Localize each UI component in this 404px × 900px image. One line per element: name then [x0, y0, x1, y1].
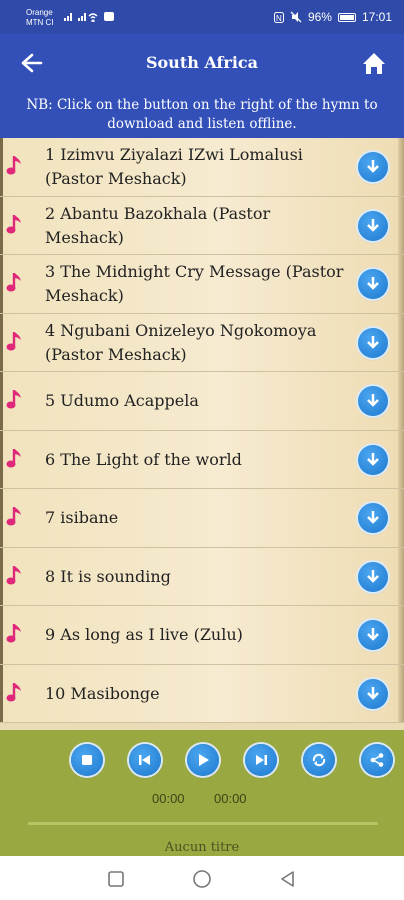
carrier-name-2: MTN CI	[26, 18, 54, 27]
list-item[interactable]: 6 The Light of the world	[0, 430, 404, 489]
app-bar: South Africa	[0, 34, 404, 92]
music-note-icon	[6, 273, 21, 292]
download-button[interactable]	[358, 503, 388, 533]
hymn-title: 1 Izimvu Ziyalazi IZwi Lomalusi (Pastor …	[45, 145, 303, 188]
play-icon	[199, 754, 209, 766]
list-item[interactable]: 5 Udumo Acappela	[0, 372, 404, 431]
list-item[interactable]: 7 isibane	[0, 489, 404, 548]
carrier-name-1: Orange	[26, 8, 53, 17]
system-nav-bar	[0, 856, 404, 900]
hymn-title: 9 As long as I live (Zulu)	[45, 625, 243, 644]
download-arrow-icon	[367, 686, 379, 700]
hymn-title: 10 Masibonge	[45, 683, 160, 703]
download-button[interactable]	[358, 327, 388, 358]
total-time: 00:00	[214, 791, 247, 806]
back-nav-button[interactable]	[278, 869, 298, 889]
progress-bar[interactable]	[28, 822, 378, 825]
list-item[interactable]: 10 Masibonge	[0, 664, 404, 723]
music-note-icon	[6, 156, 21, 175]
download-button[interactable]	[358, 678, 388, 709]
svg-text:N: N	[276, 14, 282, 23]
download-button[interactable]	[358, 386, 388, 416]
hymn-title: 8 It is sounding	[45, 566, 171, 586]
download-notice: NB: Click on the button on the right of …	[0, 92, 404, 138]
music-note-icon	[6, 682, 21, 701]
nfc-icon: N	[273, 11, 284, 23]
download-button[interactable]	[358, 620, 388, 650]
download-arrow-icon	[367, 335, 379, 349]
download-arrow-icon	[367, 511, 379, 524]
status-right: N 96% 17:01	[273, 10, 392, 24]
share-icon	[370, 753, 384, 767]
hymn-title: 4 Ngubani Onizeleyo Ngokomoya (Pastor Me…	[45, 320, 317, 364]
square-icon	[108, 871, 124, 887]
triangle-back-icon	[281, 871, 294, 887]
home-button[interactable]	[358, 48, 390, 78]
current-time: 00:00	[152, 791, 185, 806]
list-item[interactable]: 9 As long as I live (Zulu)	[0, 606, 404, 665]
stop-button[interactable]	[71, 744, 103, 776]
stop-icon	[82, 755, 92, 765]
download-arrow-icon	[367, 160, 379, 173]
carrier-info: Orange MTN CI	[26, 8, 54, 28]
download-button[interactable]	[358, 210, 388, 241]
music-note-icon	[6, 448, 21, 467]
download-arrow-icon	[367, 218, 379, 232]
list-item[interactable]: 2 Abantu Bazokhala (Pastor Meshack)	[0, 196, 404, 255]
repeat-button[interactable]	[303, 744, 335, 776]
home-icon	[363, 53, 385, 74]
signal-icons	[64, 10, 128, 25]
list-item[interactable]: 3 The Midnight Cry Message (Pastor Mesha…	[0, 255, 404, 314]
hymn-title: 6 The Light of the world	[45, 449, 242, 469]
signal-wifi-icon	[64, 12, 114, 23]
music-note-icon	[6, 390, 21, 409]
hymn-title: 3 The Midnight Cry Message (Pastor Mesha…	[45, 262, 344, 305]
audio-player: 00:00 00:00 Aucun titre	[0, 730, 404, 856]
hymn-list: 1 Izimvu Ziyalazi IZwi Lomalusi (Pastor …	[0, 138, 404, 730]
download-button[interactable]	[358, 444, 388, 475]
list-item[interactable]: 4 Ngubani Onizeleyo Ngokomoya (Pastor Me…	[0, 313, 404, 372]
next-icon	[256, 755, 267, 765]
list-item[interactable]: 8 It is sounding	[0, 547, 404, 606]
circle-icon	[193, 870, 211, 888]
hymn-title: 2 Abantu Bazokhala (Pastor Meshack)	[45, 203, 271, 247]
next-button[interactable]	[245, 744, 277, 776]
share-button[interactable]	[361, 744, 393, 776]
download-arrow-icon	[367, 452, 379, 466]
music-note-icon	[6, 565, 21, 584]
repeat-icon	[312, 753, 326, 767]
download-button[interactable]	[358, 561, 388, 592]
download-arrow-icon	[367, 394, 379, 407]
previous-icon	[139, 755, 150, 765]
download-button[interactable]	[358, 152, 388, 182]
mute-icon	[290, 11, 302, 23]
music-note-icon	[6, 624, 21, 643]
music-note-icon	[6, 507, 21, 526]
download-arrow-icon	[367, 277, 379, 290]
download-arrow-icon	[367, 569, 379, 583]
download-arrow-icon	[367, 628, 379, 641]
download-button[interactable]	[358, 269, 388, 299]
music-note-icon	[6, 331, 21, 350]
page-title: South Africa	[145, 53, 259, 72]
music-note-icon	[6, 214, 21, 233]
hymn-title: 7 isibane	[45, 508, 119, 527]
battery-percent: 96%	[307, 10, 332, 24]
recent-apps-button[interactable]	[106, 869, 126, 889]
clock: 17:01	[361, 10, 392, 24]
hymn-title: 5 Udumo Acappela	[45, 391, 199, 410]
current-track-title: Aucun titre	[164, 840, 240, 855]
home-nav-button[interactable]	[192, 869, 212, 889]
battery-icon	[337, 12, 356, 22]
status-bar: Orange MTN CI N 96% 17:01	[0, 0, 404, 34]
play-button[interactable]	[187, 744, 219, 776]
previous-button[interactable]	[129, 744, 161, 776]
list-item[interactable]: 1 Izimvu Ziyalazi IZwi Lomalusi (Pastor …	[0, 138, 404, 197]
